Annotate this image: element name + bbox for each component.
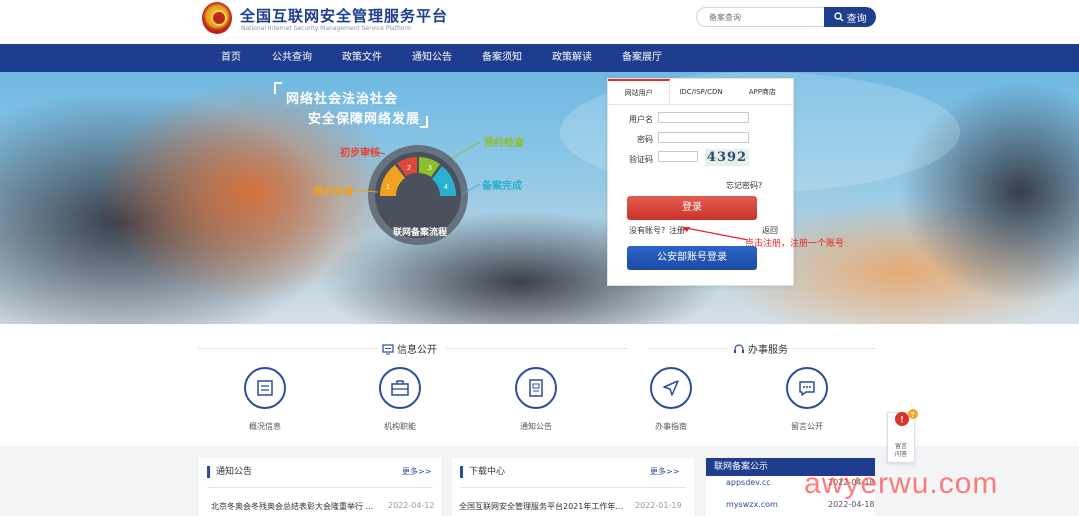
flow-step-filing-complete: 备案完成 xyxy=(482,181,522,192)
filing-row-domain[interactable]: appsdev.cc xyxy=(726,478,771,487)
password-label: 密码 xyxy=(637,135,653,144)
captcha-field[interactable] xyxy=(658,151,698,162)
flow-step-appointment-check: 预约检查 xyxy=(484,138,524,149)
service-overview-button[interactable] xyxy=(244,367,286,409)
navigation-arrow-icon xyxy=(663,380,679,396)
notice-item-link[interactable]: 北京冬奥会冬残奥会总结表彰大会隆重举行 ... xyxy=(211,501,373,512)
annotation-arrow xyxy=(682,227,749,241)
download-item-link[interactable]: 全国互联网安全管理服务平台2021年工作年... xyxy=(459,501,623,512)
svg-text:3: 3 xyxy=(428,165,432,172)
mps-account-login-button[interactable]: 公安部账号登录 xyxy=(627,246,757,270)
main-nav: 首页 公共查询 政策文件 通知公告 备案须知 政策解读 备案展厅 xyxy=(0,44,1079,72)
svg-text:?: ? xyxy=(911,412,915,419)
notice-more-link[interactable]: 更多>> xyxy=(402,466,431,477)
username-field[interactable] xyxy=(658,112,749,123)
search-button[interactable]: 查询 xyxy=(824,7,876,27)
flow-title: 联网备案流程 xyxy=(393,228,448,238)
info-monitor-icon xyxy=(382,343,394,354)
divider xyxy=(198,348,378,349)
service-notices-label[interactable]: 通知公告 xyxy=(506,421,566,432)
filing-row-date: 2022-04-18 xyxy=(828,500,875,509)
nav-item-filing-guide[interactable]: 备案须知 xyxy=(482,44,522,72)
forgot-password-link[interactable]: 忘记密码? xyxy=(726,180,762,191)
register-annotation: 点击注册，注册一个账号 xyxy=(745,239,845,249)
message-qa-widget[interactable]: ! ? 留言 问答 xyxy=(887,409,918,463)
site-header: 全国互联网安全管理服务平台 National Internet Security… xyxy=(0,0,1079,44)
service-guide-button[interactable] xyxy=(650,367,692,409)
divider xyxy=(446,348,628,349)
divider xyxy=(207,487,433,488)
banner-slogan-1: 网络社会法治社会 xyxy=(286,92,399,107)
banner-slogan-2: 安全保障网络发展 xyxy=(308,112,421,127)
site-title[interactable]: 全国互联网安全管理服务平台 xyxy=(240,5,448,26)
id-card-icon xyxy=(257,380,273,396)
download-more-link[interactable]: 更多>> xyxy=(650,466,679,477)
services-label: 办事服务 xyxy=(748,345,788,356)
captcha-label: 验证码 xyxy=(629,155,653,164)
svg-text:2: 2 xyxy=(407,165,411,172)
search-icon xyxy=(833,12,843,22)
info-public-heading: 信息公开 xyxy=(382,341,437,356)
chat-bubble-icon xyxy=(799,381,815,396)
speech-bubbles-icon: ! ? xyxy=(895,409,918,426)
site-subtitle: National Internet Security Management Se… xyxy=(241,25,412,32)
captcha-image[interactable]: 4392 xyxy=(705,149,749,166)
widget-label: 留言 问答 xyxy=(894,443,907,458)
watermark-text: awyerwu.com xyxy=(804,467,999,500)
police-emblem-logo[interactable] xyxy=(202,2,232,34)
services-heading: 办事服务 xyxy=(733,341,788,356)
banner-background-art: 1 2 3 4 xyxy=(0,72,1079,324)
service-messages-label[interactable]: 留言公开 xyxy=(777,421,837,432)
headset-icon xyxy=(734,343,744,353)
notice-item-date: 2022-04-12 xyxy=(388,501,435,510)
divider xyxy=(648,348,728,349)
document-icon xyxy=(529,379,543,397)
password-field[interactable] xyxy=(658,132,749,143)
slogan-bracket-left xyxy=(274,82,282,94)
notice-panel: 通知公告 更多>> 北京冬奥会冬残奥会总结表彰大会隆重举行 ... 2022-0… xyxy=(199,458,441,516)
filing-row-domain[interactable]: myswzx.com xyxy=(726,500,778,509)
svg-text:!: ! xyxy=(901,415,904,425)
login-button[interactable]: 登录 xyxy=(627,196,757,220)
flow-step-initial-review: 初步审核 xyxy=(340,148,380,159)
nav-item-home[interactable]: 首页 xyxy=(221,44,241,72)
nav-item-policy-interpretation[interactable]: 政策解读 xyxy=(552,44,592,72)
search-input[interactable] xyxy=(696,7,826,27)
tab-website-user[interactable]: 网站用户 xyxy=(608,79,671,104)
divider xyxy=(792,348,876,349)
nav-item-filing-hall[interactable]: 备案展厅 xyxy=(622,44,662,72)
service-overview-label[interactable]: 概况信息 xyxy=(235,421,295,432)
info-public-label: 信息公开 xyxy=(397,345,437,356)
download-panel: 下载中心 更多>> 全国互联网安全管理服务平台2021年工作年... 2022-… xyxy=(452,458,694,516)
tab-idc-isp-cdn[interactable]: IDC/ISP/CDN xyxy=(670,79,731,104)
back-link[interactable]: 返回 xyxy=(762,225,778,236)
service-functions-label[interactable]: 机构职能 xyxy=(370,421,430,432)
notice-panel-title: 通知公告 xyxy=(207,466,252,478)
nav-item-notices[interactable]: 通知公告 xyxy=(412,44,452,72)
svg-text:1: 1 xyxy=(386,184,390,191)
nav-item-public-query[interactable]: 公共查询 xyxy=(272,44,312,72)
service-guide-label[interactable]: 办事指南 xyxy=(641,421,701,432)
svg-text:4: 4 xyxy=(444,184,448,191)
tab-app-store[interactable]: APP商店 xyxy=(732,79,793,104)
flow-step-submit-application: 提交申请 xyxy=(313,187,353,198)
download-panel-title: 下载中心 xyxy=(460,466,505,478)
nav-item-policy-files[interactable]: 政策文件 xyxy=(342,44,382,72)
login-tabs: 网站用户 IDC/ISP/CDN APP商店 xyxy=(608,79,793,105)
service-messages-button[interactable] xyxy=(786,367,828,409)
download-item-date: 2022-01-19 xyxy=(635,501,682,510)
slogan-bracket-right xyxy=(420,116,428,128)
briefcase-icon xyxy=(391,380,409,396)
service-functions-button[interactable] xyxy=(379,367,421,409)
service-notices-button[interactable] xyxy=(515,367,557,409)
divider xyxy=(460,487,686,488)
no-account-text: 没有账号? xyxy=(629,226,666,235)
hero-banner: 1 2 3 4 网络社会法治社会 安全保障网络发展 初步审核 预约检查 提交申请… xyxy=(0,72,1079,324)
username-label: 用户名 xyxy=(629,115,653,124)
search-button-label: 查询 xyxy=(846,13,867,25)
